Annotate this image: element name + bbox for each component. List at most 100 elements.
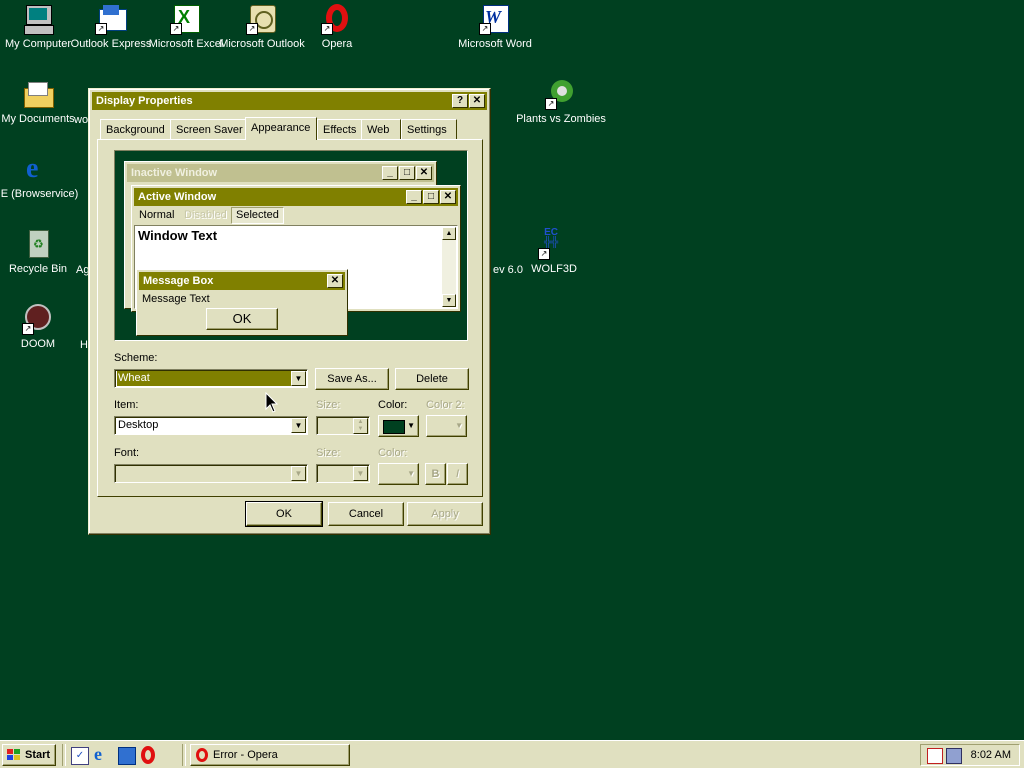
computer-icon [22,3,54,35]
size-spinner: ▲ ▼ [316,416,370,435]
font-color-button: ▼ [378,463,419,485]
task-label: Error - Opera [213,749,278,761]
close-button[interactable]: ✕ [469,94,485,108]
save-as-button[interactable]: Save As... [315,368,389,390]
outlook-express-icon[interactable] [118,747,136,765]
help-button[interactable]: ? [452,94,468,108]
desktop-icon-doom[interactable]: ↗ DOOM [0,303,76,350]
desktop-icon-opera[interactable]: ↗ Opera [299,3,375,50]
desktop-icon-ie[interactable]: e IE (Browservice) [0,153,78,201]
tab-background[interactable]: Background [100,119,171,139]
mouse-cursor-icon [265,392,279,413]
delete-button[interactable]: Delete [395,368,469,390]
word-icon: W ↗ [479,3,511,35]
item-select[interactable]: Desktop ▼ [114,416,308,435]
desktop-icon-label: Microsoft Word [458,38,532,50]
taskbar: Start ✓ e Error - Opera 8:02 AM [0,740,1024,768]
task-button-opera[interactable]: Error - Opera [190,744,350,766]
desktop-icon-label: Plants vs Zombies [516,113,606,125]
message-box-titlebar: Message Box ✕ [139,272,345,290]
item-color-button[interactable]: ▼ [378,415,419,437]
system-tray: 8:02 AM [920,744,1020,766]
chevron-down-icon: ▼ [455,421,463,430]
preview-scrollbar: ▲ ▼ [442,227,456,307]
font-select: ▼ [114,464,308,483]
apply-button: Apply [407,502,483,526]
tray-app-icon[interactable] [927,748,943,764]
preview-ok-button: OK [206,308,278,330]
desktop-icon-label: Recycle Bin [8,263,68,275]
maximize-icon: □ [399,166,415,180]
desktop-icon-recycle-bin[interactable]: ♻ Recycle Bin [0,228,76,275]
item-label: Item: [114,399,139,411]
partial-label: wo [74,114,89,126]
spinner-icon: ▲ ▼ [353,418,368,434]
show-desktop-icon[interactable]: ✓ [71,747,89,765]
chevron-down-icon[interactable]: ▼ [291,371,306,386]
close-icon: ✕ [440,190,456,204]
tray-settings-icon[interactable] [946,748,962,764]
message-box-preview: Message Box ✕ Message Text OK [136,269,348,336]
opera-icon: ↗ [321,3,353,35]
desktop-icon-label: DOOM [20,338,56,350]
outlook-icon: ↗ [246,3,278,35]
desktop-icon-label: IE (Browservice) [0,188,79,200]
active-titlebar: Active Window _ □ ✕ [134,188,458,206]
desktop-icon-label: Opera [321,38,353,50]
tab-web[interactable]: Web [361,119,401,139]
desktop-icon-my-documents[interactable]: My Documents [0,78,76,125]
tab-settings[interactable]: Settings [401,119,457,139]
cancel-button[interactable]: Cancel [328,502,404,526]
tab-screen-saver[interactable]: Screen Saver [170,119,249,139]
wolf3d-icon: EC ╬╬ ↗ [538,228,570,260]
clock[interactable]: 8:02 AM [971,749,1011,761]
dialog-titlebar[interactable]: Display Properties ? ✕ [92,92,487,110]
preview-menubar: Normal Disabled Selected [134,206,458,224]
chevron-down-icon: ▼ [291,466,306,481]
tab-panel: Inactive Window _ □ ✕ Active Window _ □ … [97,139,483,497]
font-size-label: Size: [316,447,341,459]
color-label: Color: [378,399,408,411]
scheme-label: Scheme: [114,352,158,364]
tab-effects[interactable]: Effects [317,119,363,139]
opera-icon[interactable] [141,746,155,764]
scheme-select[interactable]: Wheat ▼ [114,369,308,388]
partial-label: H [80,339,88,351]
ie-icon: e [26,153,39,184]
bold-button: B [425,463,446,485]
ie-icon[interactable]: e [94,745,112,763]
tab-appearance[interactable]: Appearance [245,117,317,140]
font-color-label: Color: [378,447,408,459]
inactive-titlebar: Inactive Window _ □ ✕ [127,164,434,182]
maximize-icon: □ [423,190,439,204]
color2-label: Color 2: [426,399,465,411]
chevron-down-icon: ▼ [407,421,415,430]
close-icon: ✕ [416,166,432,180]
ok-button[interactable]: OK [245,501,323,527]
scheme-preview[interactable]: Inactive Window _ □ ✕ Active Window _ □ … [114,150,468,341]
folder-icon [22,78,54,110]
minimize-icon: _ [406,190,422,204]
excel-icon: X ↗ [170,3,202,35]
dialog-title: Display Properties [96,95,193,107]
desktop-icon-wolf3d[interactable]: EC ╬╬ ↗ WOLF3D [516,228,592,276]
close-icon: ✕ [327,274,343,288]
desktop-icon-label: WOLF3D [531,263,577,275]
desktop-icon-excel[interactable]: X ↗ Microsoft Excel [148,3,224,50]
desktop-icon-plants-vs-zombies[interactable]: ↗ Plants vs Zombies [516,78,606,125]
chevron-down-icon: ▼ [407,469,415,478]
doom-icon: ↗ [22,303,54,335]
quicklaunch-divider [62,744,66,766]
chevron-down-icon: ▼ [353,466,368,481]
italic-button: I [447,463,468,485]
desktop-icon-word[interactable]: W ↗ Microsoft Word [457,3,533,50]
outlook-express-icon: ↗ [95,3,127,35]
color-swatch [383,420,405,434]
size-label: Size: [316,399,341,411]
start-label: Start [25,749,51,761]
start-button[interactable]: Start [2,744,56,766]
font-label: Font: [114,447,140,459]
chevron-down-icon[interactable]: ▼ [291,418,306,433]
minimize-icon: _ [382,166,398,180]
color2-button: ▼ [426,415,467,437]
